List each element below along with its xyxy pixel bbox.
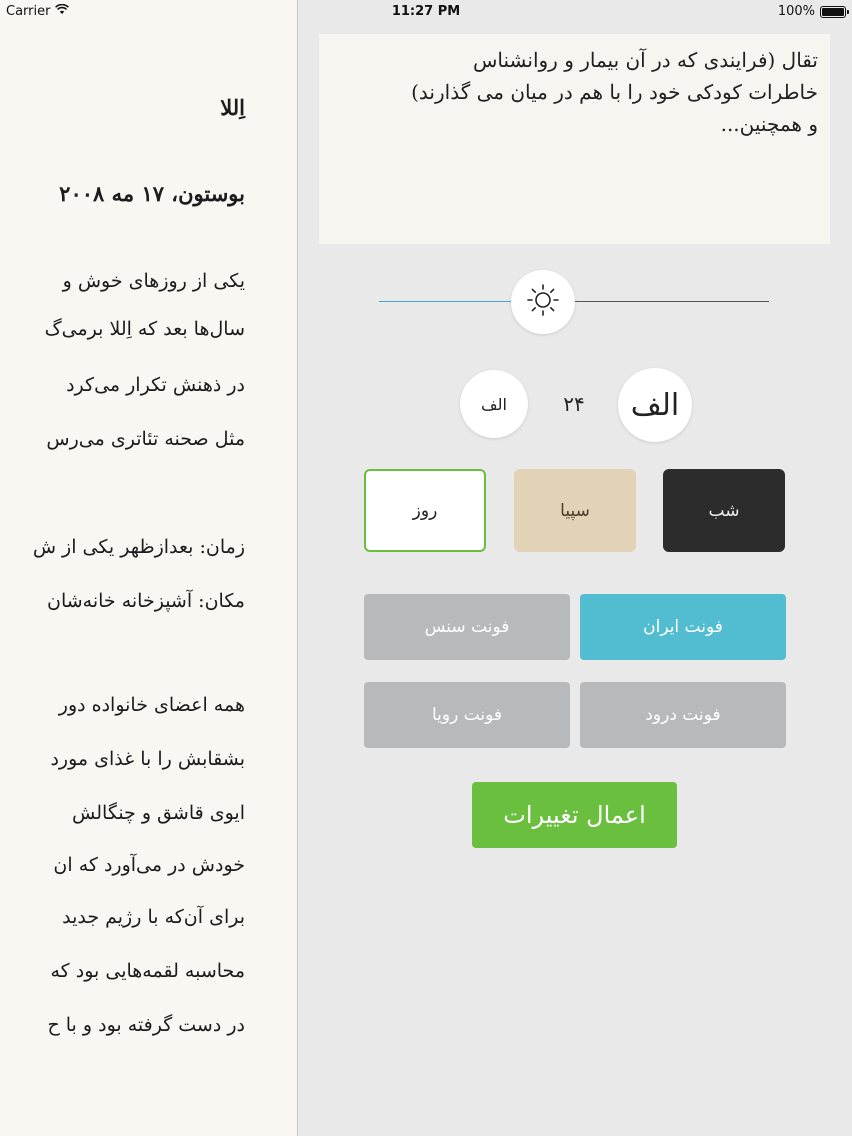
text-line: مثل صحنه تئاتری می‌رس xyxy=(46,428,245,450)
preview-line: و همچنین... xyxy=(720,112,818,136)
theme-sepia-button[interactable]: سپیا xyxy=(514,469,636,552)
text-line: سال‌ها بعد که اِللا برمی‌گ xyxy=(44,318,245,340)
text-line: ایوی قاشق و چنگالش xyxy=(72,802,245,824)
brightness-slider[interactable] xyxy=(379,270,769,334)
text-line: در ذهنش تکرار می‌کرد xyxy=(66,374,245,396)
battery-indicator: 100% xyxy=(777,4,849,19)
battery-icon xyxy=(820,5,849,18)
text-line: همه اعضای خانواده دور xyxy=(58,694,245,716)
text-line: محاسبه لقمه‌هایی بود که xyxy=(50,960,246,982)
font-size-control: الف ۲۴ الف xyxy=(299,366,852,446)
text-line: یکی از روزهای خوش و xyxy=(62,270,245,292)
font-sans-button[interactable]: فونت سنس xyxy=(364,594,570,660)
reading-settings-panel: تقال (فرایندی که در آن بیمار و روانشناس … xyxy=(299,0,852,1136)
slider-track-filled[interactable] xyxy=(379,301,511,302)
preview-line: تقال (فرایندی که در آن بیمار و روانشناس xyxy=(473,48,818,72)
preview-line: خاطرات کودکی خود را با هم در میان می گذا… xyxy=(411,80,818,104)
increase-font-button[interactable]: الف xyxy=(618,368,692,442)
font-size-value: ۲۴ xyxy=(563,392,585,416)
font-darud-button[interactable]: فونت درود xyxy=(580,682,786,748)
apply-changes-button[interactable]: اعمال تغییرات xyxy=(472,782,677,848)
text-line: در دست گرفته بود و با ح xyxy=(47,1014,245,1036)
text-line: زمان: بعدازظهر یکی از ش xyxy=(32,536,245,558)
reader-page[interactable]: اِللا بوستون، ۱۷ مه ۲۰۰۸ یکی از روزهای خ… xyxy=(0,0,298,1136)
text-line: خودش در می‌آورد که ان xyxy=(53,854,245,876)
battery-percent: 100% xyxy=(777,4,815,19)
font-preview-box: تقال (فرایندی که در آن بیمار و روانشناس … xyxy=(319,34,830,244)
brightness-slider-knob[interactable] xyxy=(510,270,575,334)
chapter-date-line: بوستون، ۱۷ مه ۲۰۰۸ xyxy=(59,181,245,206)
sun-icon xyxy=(525,282,561,322)
status-bar: Carrier 11:27 PM 100% xyxy=(0,0,852,24)
font-roya-button[interactable]: فونت رویا xyxy=(364,682,570,748)
decrease-font-button[interactable]: الف xyxy=(460,370,528,438)
status-time: 11:27 PM xyxy=(391,4,461,19)
theme-night-button[interactable]: شب xyxy=(663,469,785,552)
font-iran-button[interactable]: فونت ایران xyxy=(580,594,786,660)
text-line: مکان: آشپزخانه خانه‌شان xyxy=(47,590,245,612)
text-line: برای آن‌که با رژیم جدید xyxy=(62,906,245,928)
slider-track-empty[interactable] xyxy=(574,301,769,302)
battery-fill xyxy=(822,7,844,16)
text-line: بشقابش را با غذای مورد xyxy=(50,748,245,770)
chapter-title: اِللا xyxy=(220,95,245,120)
theme-day-button[interactable]: روز xyxy=(364,469,486,552)
